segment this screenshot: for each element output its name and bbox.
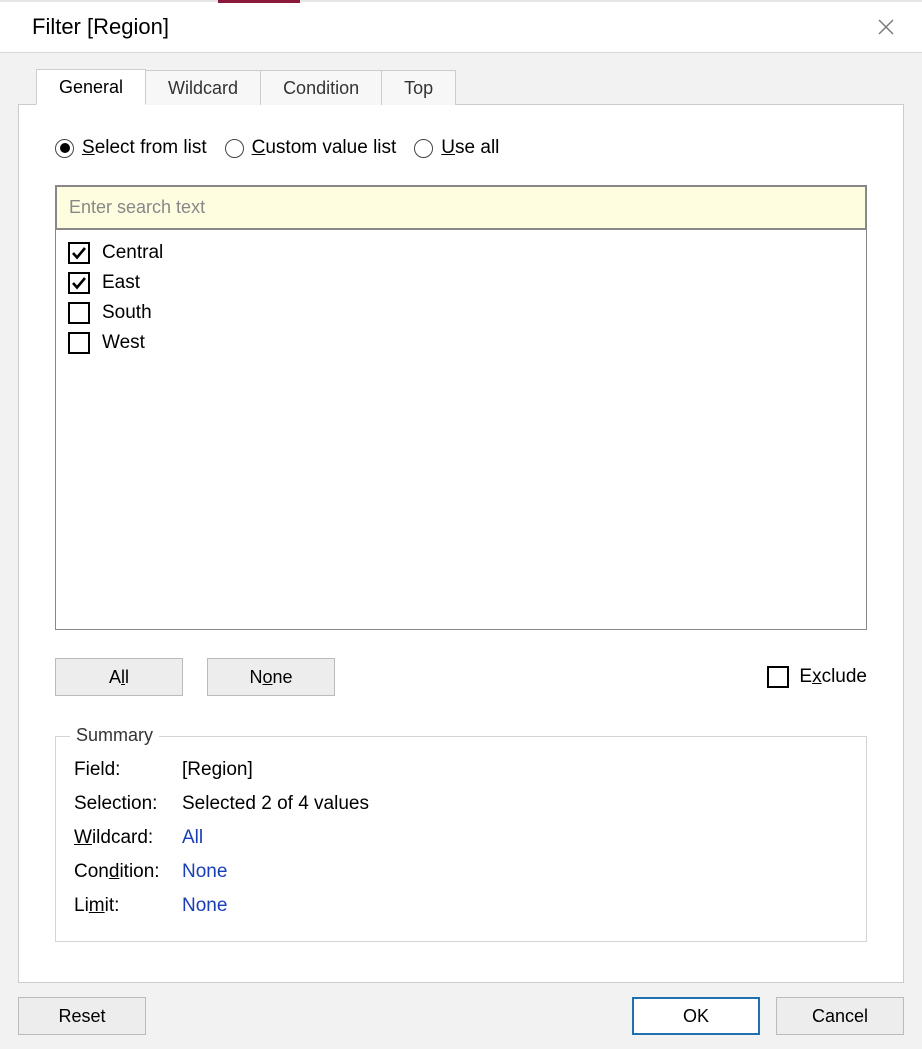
tab-condition[interactable]: Condition: [261, 70, 382, 105]
checkbox-icon: [68, 242, 90, 264]
radio-icon: [414, 139, 433, 158]
list-item[interactable]: South: [66, 298, 856, 328]
summary-value[interactable]: None: [182, 861, 227, 883]
checkbox-icon: [68, 272, 90, 294]
summary-value[interactable]: None: [182, 895, 227, 917]
tabstrip: GeneralWildcardConditionTop: [36, 68, 904, 104]
general-panel: Select from list Custom value list Use all…: [18, 104, 904, 983]
summary-label: Selection:: [74, 793, 174, 815]
summary-label: Wildcard:: [74, 827, 174, 849]
mode-radio-group: Select from list Custom value list Use all: [55, 137, 867, 159]
window-top-border: [0, 0, 922, 2]
search-input[interactable]: [57, 187, 865, 228]
radio-label: Custom value list: [252, 137, 397, 159]
list-item[interactable]: West: [66, 328, 856, 358]
summary-row: Wildcard: All: [74, 821, 848, 855]
checkbox-icon: [68, 332, 90, 354]
summary-groupbox: Summary Field:[Region]Selection:Selected…: [55, 736, 867, 942]
tab-general[interactable]: General: [36, 69, 146, 105]
summary-value: Selected 2 of 4 values: [182, 793, 369, 815]
reset-button[interactable]: Reset: [18, 997, 146, 1035]
close-button[interactable]: [876, 17, 896, 37]
mode-radio-1[interactable]: Custom value list: [225, 137, 397, 159]
summary-row: Selection: Selected 2 of 4 values: [74, 787, 848, 821]
list-item[interactable]: Central: [66, 238, 856, 268]
exclude-label: Exclude: [799, 666, 867, 688]
value-listbox[interactable]: Central East South West: [55, 230, 867, 630]
radio-icon: [225, 139, 244, 158]
select-none-button[interactable]: None: [207, 658, 335, 696]
summary-label: Field:: [74, 759, 174, 781]
summary-row: Condition: None: [74, 855, 848, 889]
list-item-label: West: [102, 332, 145, 354]
summary-row: Field: [Region]: [74, 753, 848, 787]
dialog-title: Filter [Region]: [32, 14, 169, 40]
summary-label: Condition:: [74, 861, 174, 883]
cancel-button[interactable]: Cancel: [776, 997, 904, 1035]
tab-top[interactable]: Top: [382, 70, 456, 105]
dialog-footer: Reset OK Cancel: [18, 983, 904, 1035]
exclude-check-icon: [767, 666, 789, 688]
list-item[interactable]: East: [66, 268, 856, 298]
summary-label: Limit:: [74, 895, 174, 917]
filter-dialog: Filter [Region] GeneralWildcardCondition…: [0, 2, 922, 1049]
search-container: [55, 185, 867, 230]
titlebar: Filter [Region]: [0, 2, 922, 52]
summary-value: [Region]: [182, 759, 253, 781]
summary-row: Limit: None: [74, 889, 848, 923]
radio-label: Select from list: [82, 137, 207, 159]
radio-icon: [55, 139, 74, 158]
list-item-label: Central: [102, 242, 163, 264]
close-icon: [878, 19, 894, 35]
ok-button[interactable]: OK: [632, 997, 760, 1035]
mode-radio-2[interactable]: Use all: [414, 137, 499, 159]
tab-wildcard[interactable]: Wildcard: [146, 70, 261, 105]
list-action-row: All None Exclude: [55, 658, 867, 696]
summary-legend: Summary: [70, 725, 159, 746]
mode-radio-0[interactable]: Select from list: [55, 137, 207, 159]
checkbox-icon: [68, 302, 90, 324]
summary-value[interactable]: All: [182, 827, 203, 849]
list-item-label: East: [102, 272, 140, 294]
select-all-button[interactable]: All: [55, 658, 183, 696]
list-item-label: South: [102, 302, 152, 324]
dialog-body: GeneralWildcardConditionTop Select from …: [0, 52, 922, 1049]
radio-label: Use all: [441, 137, 499, 159]
exclude-checkbox[interactable]: Exclude: [767, 666, 867, 688]
